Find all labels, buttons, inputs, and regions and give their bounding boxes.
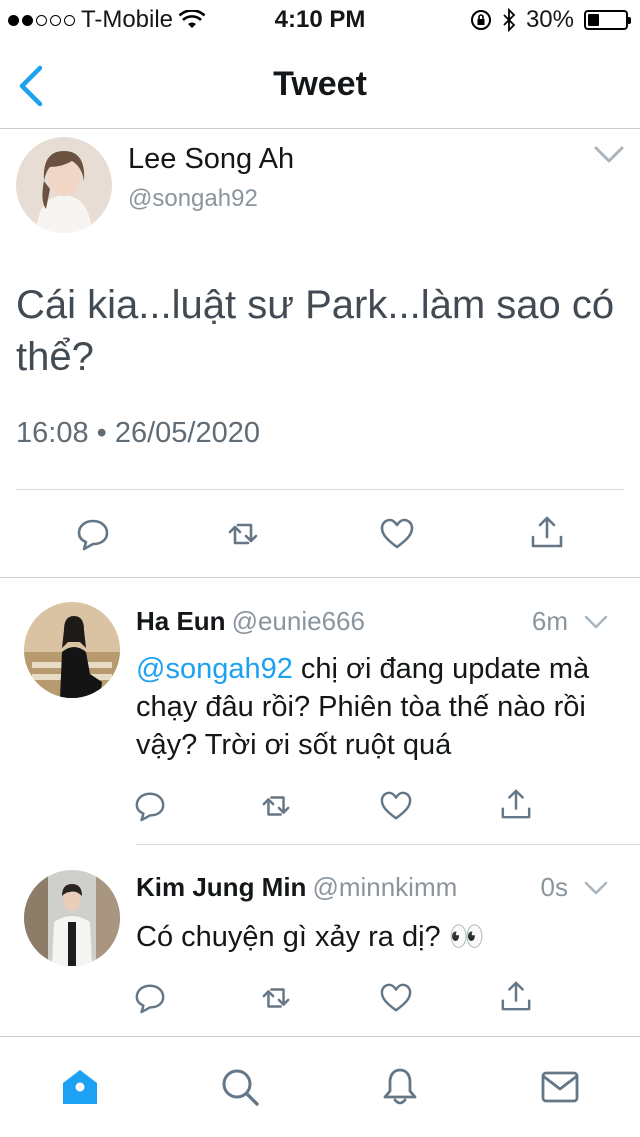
reply-time: 6m — [531, 606, 568, 636]
share-icon[interactable] — [530, 515, 564, 549]
search-icon[interactable] — [220, 1067, 260, 1107]
like-icon[interactable] — [380, 790, 412, 822]
share-icon[interactable] — [500, 788, 532, 820]
messages-icon[interactable] — [540, 1067, 580, 1107]
reply-tweet[interactable]: Kim Jung Min @minnkimm 0s Có chuyện gì xả… — [0, 846, 640, 1036]
reply-icon[interactable] — [76, 517, 110, 551]
divider — [16, 489, 624, 490]
notifications-icon[interactable] — [380, 1067, 420, 1107]
author-handle[interactable]: @songah92 — [128, 185, 258, 213]
chevron-down-icon[interactable] — [594, 145, 624, 165]
retweet-icon[interactable] — [260, 790, 292, 822]
author-name[interactable]: Lee Song Ah — [128, 143, 294, 176]
orientation-lock-icon — [470, 10, 491, 30]
bluetooth-icon — [503, 8, 516, 32]
avatar[interactable] — [16, 137, 112, 233]
share-icon[interactable] — [500, 980, 532, 1012]
retweet-icon[interactable] — [226, 517, 260, 551]
tweet-text: Cái kia...luật sư Park...làm sao có thể? — [16, 283, 615, 379]
status-bar: T-Mobile 4:10 PM 30% — [0, 0, 640, 40]
main-tweet: Lee Song Ah @songah92 Cái kia...luật sư … — [0, 129, 640, 578]
avatar[interactable] — [24, 870, 120, 966]
home-icon[interactable] — [60, 1067, 100, 1107]
divider — [136, 844, 640, 845]
battery-percent: 30% — [525, 6, 574, 33]
like-icon[interactable] — [380, 982, 412, 1014]
reply-name[interactable]: Ha Eun — [136, 606, 226, 636]
reply-handle[interactable]: @minnkimm — [312, 872, 457, 902]
reply-name[interactable]: Kim Jung Min — [136, 872, 306, 902]
reply-text: Có chuyện gì xảy ra dị? 👀 — [136, 921, 485, 953]
tab-bar — [0, 1036, 640, 1137]
nav-bar: Tweet — [0, 40, 640, 129]
chevron-down-icon[interactable] — [584, 880, 608, 896]
avatar[interactable] — [24, 602, 120, 698]
reply-tweet[interactable]: Ha Eun @eunie666 6m @songah92 chị ơi đang… — [0, 578, 640, 846]
reply-icon[interactable] — [134, 790, 166, 822]
reply-text: @songah92 chị ơi đang update mà chạy đâu… — [136, 650, 626, 764]
reply-author[interactable]: Kim Jung Min @minnkimm — [136, 872, 457, 903]
tweet-timestamp: 16:08 • 26/05/2020 — [16, 417, 260, 449]
chevron-down-icon[interactable] — [584, 614, 608, 630]
reply-author[interactable]: Ha Eun @eunie666 — [136, 606, 365, 637]
like-icon[interactable] — [380, 517, 414, 551]
reply-time: 0s — [540, 872, 568, 902]
status-right: 30% — [470, 6, 631, 34]
page-title: Tweet — [273, 65, 367, 103]
battery-icon — [584, 10, 631, 30]
reply-handle[interactable]: @eunie666 — [232, 606, 365, 636]
reply-icon[interactable] — [134, 982, 166, 1014]
retweet-icon[interactable] — [260, 982, 292, 1014]
mention-link[interactable]: @songah92 — [136, 653, 293, 685]
